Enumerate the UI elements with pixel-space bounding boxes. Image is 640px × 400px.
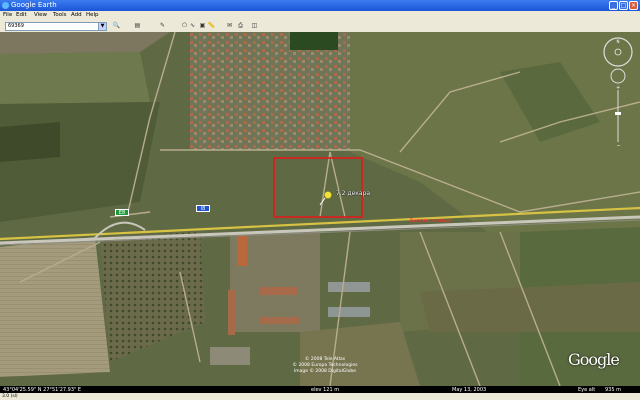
close-button[interactable]: ×	[629, 1, 638, 10]
menu-edit[interactable]: Edit	[16, 11, 27, 20]
north-marker: N	[617, 39, 620, 44]
measure-tool-icon[interactable]: 📏	[207, 22, 216, 30]
menu-bar: File Edit View Tools Add Help	[0, 11, 640, 20]
road-shield-i: I8	[196, 205, 210, 212]
print-icon[interactable]: ⎙	[236, 22, 245, 30]
field-sw	[0, 237, 110, 377]
menu-add[interactable]: Add	[71, 11, 82, 20]
placemark-label[interactable]: 7,2 декара	[336, 190, 370, 197]
menu-view[interactable]: View	[34, 11, 47, 20]
streaming-status-bar: 3.0 (sl)	[0, 393, 640, 400]
menu-tools[interactable]: Tools	[53, 11, 67, 20]
overlay-tool-icon[interactable]: ▣	[198, 22, 207, 30]
fly-to-search-icon[interactable]: 🔍	[112, 22, 121, 30]
placemark-tool-icon[interactable]: ✎	[158, 22, 167, 30]
menu-help[interactable]: Help	[86, 11, 99, 20]
road-shield-e: E8	[115, 209, 129, 216]
window-title: Google Earth	[11, 1, 57, 9]
streaming-label: 3.0 (sl)	[2, 394, 18, 399]
menu-file[interactable]: File	[3, 11, 12, 20]
satellite-imagery: N + −	[0, 32, 640, 386]
hide-sidebar-icon[interactable]: ▤	[133, 22, 142, 30]
search-input[interactable]: 69369	[5, 22, 105, 31]
maximize-button[interactable]: □	[619, 1, 628, 10]
google-earth-icon	[2, 2, 9, 9]
credit-line: Image © 2008 DigitalGlobe	[293, 369, 357, 374]
search-dropdown-button[interactable]: ▼	[98, 22, 107, 31]
zoom-out-icon: −	[617, 143, 621, 149]
minimize-button[interactable]: _	[609, 1, 618, 10]
email-icon[interactable]: ✉	[225, 22, 234, 30]
road-name-label: Бетон пътище	[410, 218, 452, 224]
imagery-credits: © 2008 Tele Atlas © 2008 Europa Technolo…	[285, 357, 365, 375]
path-tool-icon[interactable]: ∿	[188, 22, 197, 30]
maps-icon[interactable]: ◫	[250, 22, 259, 30]
title-bar: Google Earth _ □ ×	[0, 0, 640, 11]
google-logo: Google	[568, 350, 620, 369]
map-view[interactable]: N + − 7,2 декара Бетон пътище E8 I8 © 20…	[0, 32, 640, 386]
zoom-in-icon: +	[616, 85, 620, 91]
zoom-slider-thumb	[615, 112, 621, 115]
